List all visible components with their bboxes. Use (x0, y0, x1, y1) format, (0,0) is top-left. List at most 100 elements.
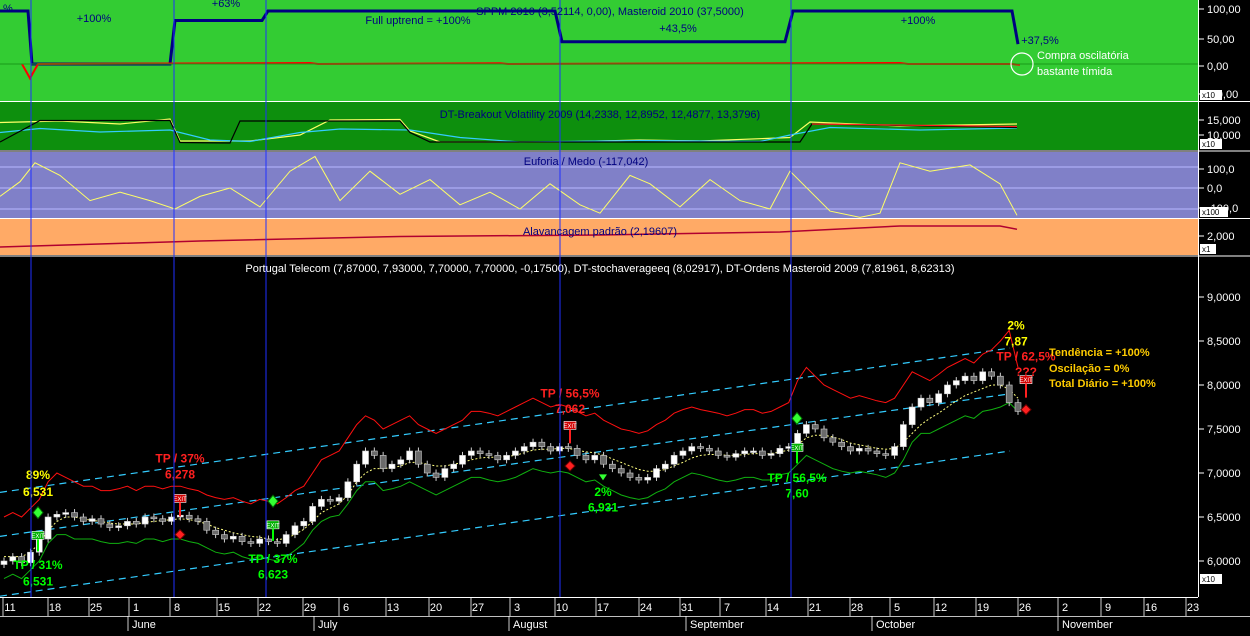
price-pane-background (0, 257, 1198, 597)
x-day-label: 12 (935, 602, 947, 614)
price-annotation: 6,531 (23, 575, 53, 589)
price-annotation: TP / 62,5% (996, 349, 1055, 363)
x-day-label: 9 (1105, 602, 1111, 614)
price-annotation: 6,931 (588, 501, 618, 515)
x-day-label: 8 (174, 602, 180, 614)
candle-down (706, 448, 713, 452)
candle-up (591, 455, 599, 461)
sppm-step-label: +100% (77, 13, 112, 25)
candle-down (247, 541, 255, 544)
x-day-label: 20 (430, 602, 442, 614)
x-day-label: 25 (90, 602, 102, 614)
sppm-title: SPPM 2010 (3,52114, 0,00), Masteroid 201… (476, 6, 744, 18)
exit-flag-text: EXIT (173, 497, 187, 503)
x-day-label: 23 (1187, 602, 1199, 614)
trading-chart: EXIT EXIT EXIT EXIT EXIT EXIT 89% 6,531 TP / 31%… (0, 0, 1250, 631)
x-day-label: 22 (259, 602, 271, 614)
candle-down (71, 512, 78, 518)
exit-flag-text: EXIT (31, 534, 45, 540)
candle-up (450, 463, 457, 469)
candle-down (600, 455, 607, 465)
candle-up (141, 516, 149, 525)
x-month-label: June (132, 619, 156, 631)
candle-down (132, 521, 140, 525)
x-day-label: 1 (133, 602, 139, 614)
candle-down (882, 453, 890, 456)
price-annotation: TP / 37% (248, 552, 297, 566)
price-annotation: TP / 31% (13, 558, 62, 572)
candle-down (494, 455, 502, 461)
y-tick-label: 8,0000 (1207, 380, 1241, 392)
candle-up (952, 380, 960, 386)
candle-up (62, 512, 70, 515)
alavancagem-title: Alavancagem padrão (2,19607) (523, 226, 677, 238)
sppm-step-label: +43,5% (659, 23, 697, 35)
candle-up (309, 506, 316, 522)
candle-up (670, 455, 678, 465)
candle-down (697, 446, 704, 449)
candle-down (635, 477, 643, 481)
candle-up (406, 450, 413, 461)
candle-up (318, 499, 325, 507)
candle-down (371, 450, 378, 456)
candle-up (803, 424, 810, 434)
price-annotation: TP / 56,5% (540, 386, 599, 400)
candle-up (353, 463, 360, 483)
candle-down (811, 424, 819, 430)
candle-down (873, 450, 881, 454)
candle-down (820, 428, 828, 439)
candle-down (326, 499, 334, 502)
x-day-label: 18 (49, 602, 61, 614)
candle-down (970, 375, 978, 381)
chart-canvas: EXITEXITEXITEXITEXITEXIT89%6,531TP / 31%… (0, 0, 1250, 631)
candle-down (221, 534, 228, 540)
x-month-label: October (876, 619, 915, 631)
y-tick-label: 2,000 (1207, 231, 1235, 243)
scale-tag: x10 (1202, 91, 1215, 100)
candle-up (503, 455, 510, 461)
candle-up (291, 525, 299, 535)
scale-tag: x10 (1202, 575, 1215, 584)
volatility-title: DT-Breakout Volatility 2009 (14,2338, 12… (440, 109, 760, 121)
candle-down (274, 541, 281, 544)
y-tick-label: 100,0 (1207, 164, 1235, 176)
candle-up (917, 397, 925, 408)
candle-down (238, 536, 246, 542)
candle-up (908, 406, 916, 425)
x-day-label: 21 (809, 602, 821, 614)
price-annotation: TP / 56,5% (767, 471, 826, 485)
candle-up (388, 463, 396, 469)
candle-down (1014, 402, 1022, 412)
candle-up (688, 446, 696, 452)
price-annotation: 2% (1007, 319, 1025, 333)
x-day-label: 26 (1019, 602, 1031, 614)
x-day-label: 24 (640, 602, 652, 614)
x-day-label: 3 (514, 602, 520, 614)
candle-down (626, 472, 634, 478)
candle-down (582, 455, 590, 461)
candle-up (124, 521, 131, 527)
candle-down (538, 441, 546, 447)
sppm-subtitle: Full uptrend = +100% (365, 15, 470, 27)
candle-up (53, 514, 61, 518)
candle-up (468, 450, 475, 456)
candle-down (80, 516, 87, 522)
candle-down (150, 516, 158, 520)
y-tick-label: 6,0000 (1207, 556, 1241, 568)
candle-down (723, 455, 731, 458)
price-annotation: 89% (26, 468, 50, 482)
candle-down (485, 453, 493, 456)
candle-down (1005, 384, 1013, 403)
sppm-step-label: +100% (901, 15, 936, 27)
candle-down (829, 437, 837, 443)
candle-up (644, 477, 651, 481)
candle-up (741, 450, 748, 454)
price-annotation: 2% (594, 485, 612, 499)
scale-tag: x10 (1202, 140, 1215, 149)
x-day-label: 15 (218, 602, 230, 614)
x-day-label: 19 (977, 602, 989, 614)
x-day-label: 27 (472, 602, 484, 614)
x-month-label: August (513, 619, 547, 631)
summary-total-daily: Total Diário = +100% (1049, 378, 1156, 390)
y-tick-label: 100,00 (1207, 4, 1241, 16)
